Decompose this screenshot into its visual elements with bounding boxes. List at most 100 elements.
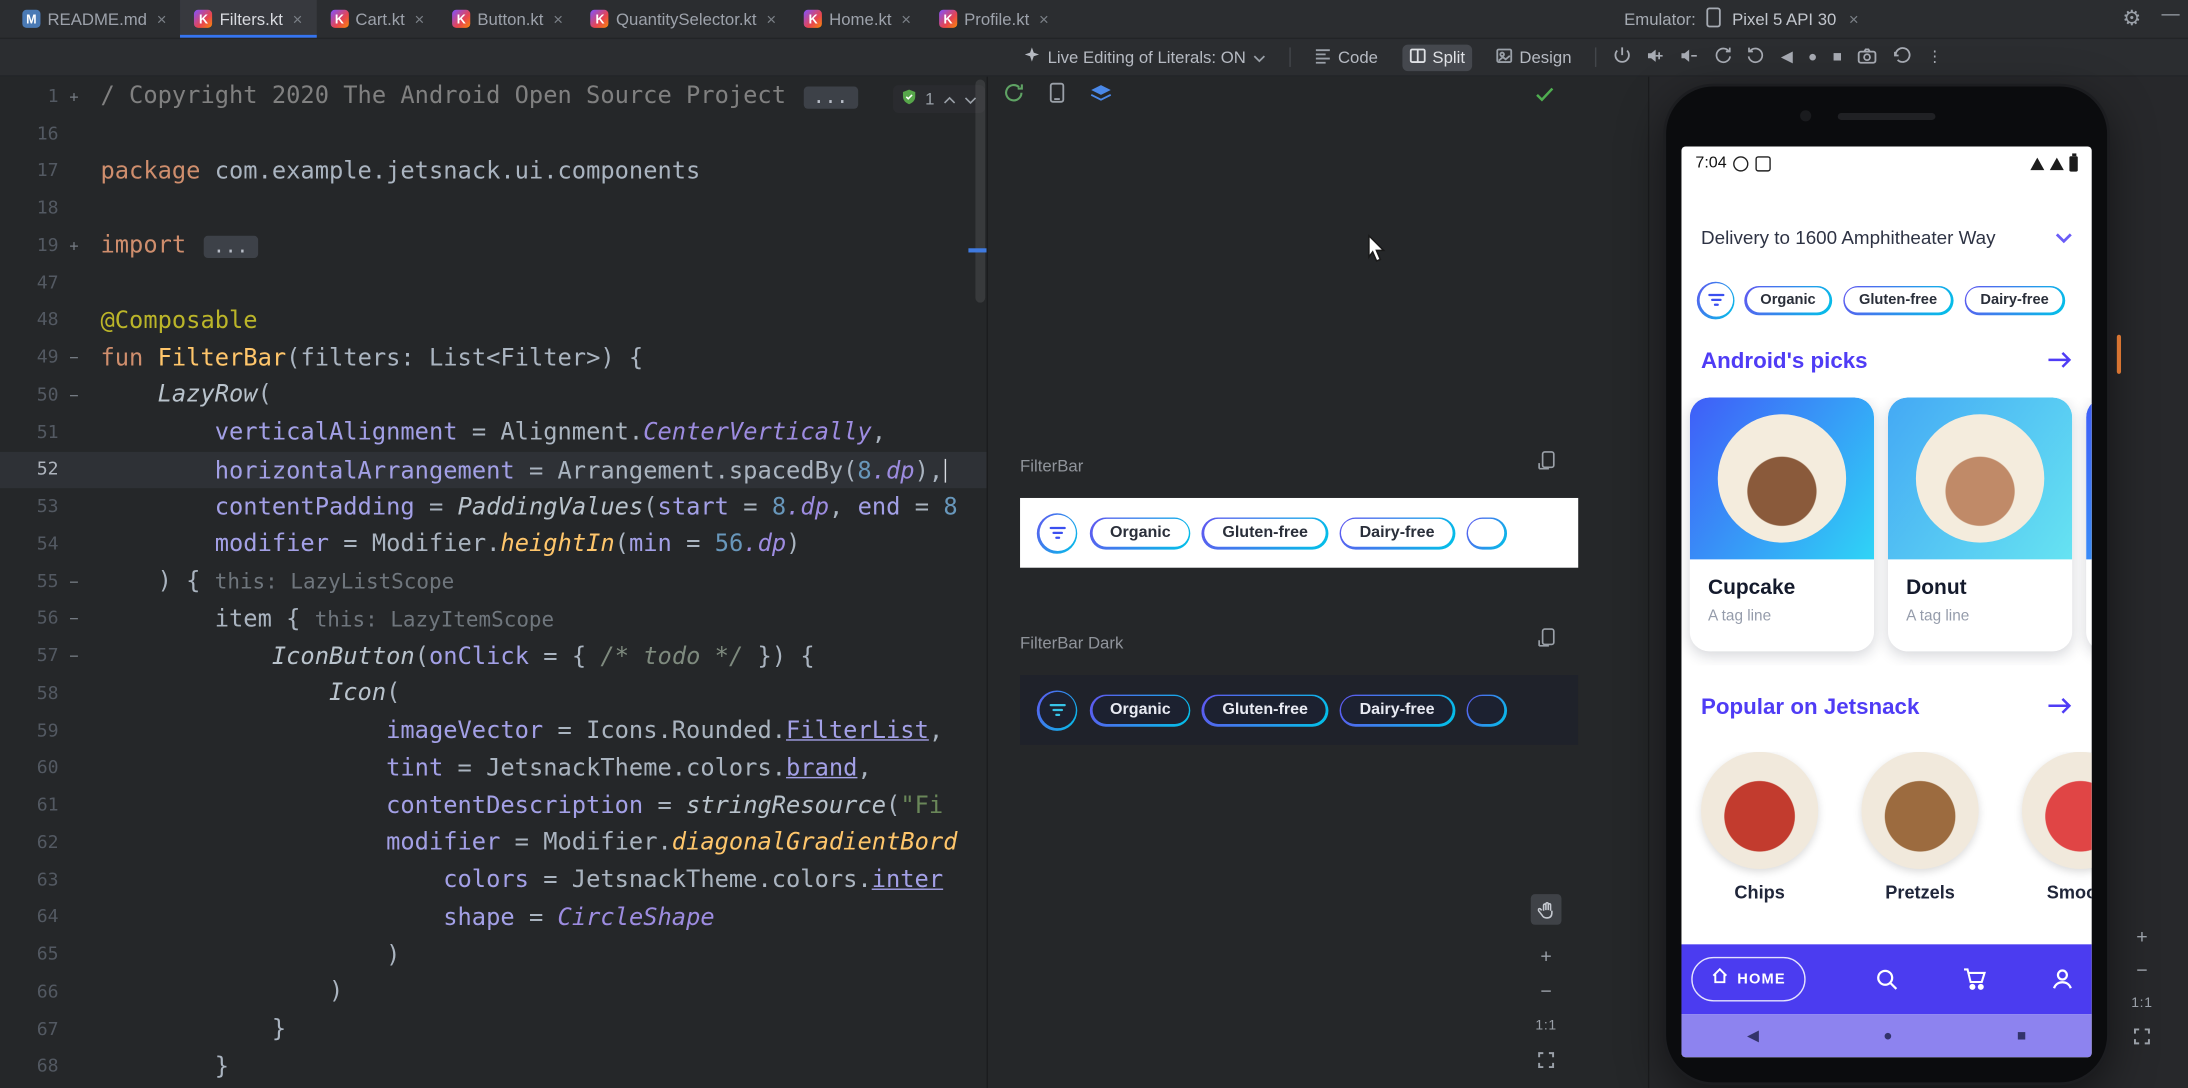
code-line[interactable]: 55− ) { this: LazyListScope [0,563,987,600]
pixel5-emulator[interactable]: 7:04 Delivery to 1600 Amphitheater Way O… [1666,86,2108,1083]
tab-close-icon[interactable]: × [766,9,776,29]
filter-chip[interactable]: Gluten-free [1202,516,1329,549]
layers-icon[interactable] [1090,83,1112,110]
design-view-button[interactable]: Design [1489,44,1579,71]
fold-marker[interactable]: − [59,349,90,367]
android-back-icon[interactable]: ◀ [1747,1027,1759,1045]
volume-down-icon[interactable] [1680,47,1698,68]
fold-marker[interactable]: − [59,386,90,404]
code-line[interactable]: 47 [0,265,987,302]
zoom-reset-button[interactable]: 1:1 [2127,988,2158,1019]
snack-item-Chips[interactable]: Chips [1701,751,1819,902]
code-line[interactable]: 53 contentPadding = PaddingValues(start … [0,489,987,526]
code-line[interactable]: 49− fun FilterBar(filters: List<Filter>) … [0,339,987,376]
rotate-right-icon[interactable] [1747,46,1765,68]
filter-chip[interactable]: Organic [1089,693,1191,727]
code-line[interactable]: 57− IconButton(onClick = { /* todo */ })… [0,638,987,675]
code-line[interactable]: 67 } [0,1011,987,1048]
filterbar-preview-dark[interactable]: Organic Gluten-free Dairy-free [1020,675,1579,745]
rotate-left-icon[interactable] [1714,46,1732,68]
zoom-in-button[interactable]: + [1531,940,1562,971]
filter-icon[interactable] [1036,689,1078,731]
tab-README.md[interactable]: M README.md × [8,0,180,38]
tab-Home.kt[interactable]: K Home.kt × [790,0,925,38]
fold-marker[interactable]: + [59,88,90,106]
code-line[interactable]: 68 } [0,1048,987,1085]
filter-chip[interactable]: Dairy-free [1964,285,2065,315]
deploy-preview-icon[interactable] [1538,628,1556,655]
filter-chip[interactable]: Dairy-free [1339,516,1455,549]
zoom-fit-icon[interactable] [1531,1045,1562,1076]
tab-close-icon[interactable]: × [293,9,303,29]
code-view-button[interactable]: Code [1307,44,1385,71]
tab-close-icon[interactable]: × [901,9,911,29]
screenshot-icon[interactable] [1857,47,1877,68]
search-icon[interactable] [1874,967,1899,999]
inspections-widget[interactable]: 1 [893,85,985,113]
phone-screen[interactable]: 7:04 Delivery to 1600 Amphitheater Way O… [1681,146,2092,1058]
pan-tool-icon[interactable] [1530,894,1562,925]
filter-icon[interactable] [1036,512,1078,554]
tab-Profile.kt[interactable]: K Profile.kt × [925,0,1063,38]
snack-card-Cupcake[interactable]: Cupcake A tag line [1689,397,1875,652]
device-config-icon[interactable] [1048,82,1066,110]
back-button-icon[interactable]: ◀ [1781,49,1793,65]
tab-close-icon[interactable]: × [415,9,425,29]
code-line[interactable]: 59 imageVector = Icons.Rounded.FilterLis… [0,712,987,749]
minimize-icon[interactable]: — [2161,3,2179,24]
cart-icon[interactable] [1962,967,1989,999]
code-line[interactable]: 19 + import ... [0,227,987,264]
filter-chip[interactable]: Organic [1744,285,1832,315]
fold-marker[interactable]: − [59,610,90,628]
android-recents-icon[interactable]: ■ [2017,1027,2026,1044]
code-line[interactable]: 58 Icon( [0,675,987,712]
fold-marker[interactable]: − [59,647,90,665]
tab-Button.kt[interactable]: K Button.kt × [438,0,577,38]
snack-card-Donut[interactable]: Donut A tag line [1887,397,2073,652]
filter-chip[interactable]: Organic [1089,516,1191,549]
code-line[interactable]: 65 ) [0,936,987,973]
tab-QuantitySelector.kt[interactable]: K QuantitySelector.kt × [577,0,790,38]
filter-chip[interactable]: Dairy-free [1339,693,1455,727]
arrow-right-icon[interactable] [2047,349,2072,376]
more-options-icon[interactable]: ⋮ [1927,49,1942,65]
build-refresh-icon[interactable] [1003,82,1024,110]
volume-up-icon[interactable] [1647,47,1665,68]
code-line[interactable]: 16 [0,115,987,152]
tab-close-icon[interactable]: × [1039,9,1049,29]
power-icon[interactable] [1613,46,1631,68]
emulator-device-tab[interactable]: Pixel 5 API 30 [1732,9,1836,29]
code-line[interactable]: 64 shape = CircleShape [0,899,987,936]
emulator-close-icon[interactable]: × [1849,9,1859,29]
gear-icon[interactable]: ⚙ [2122,6,2141,31]
code-line[interactable]: 62 modifier = Modifier.diagonalGradientB… [0,824,987,861]
live-editing-toggle[interactable]: Live Editing of Literals: ON [1016,43,1273,71]
delivery-selector[interactable]: Delivery to 1600 Amphitheater Way [1681,211,2091,264]
tab-close-icon[interactable]: × [553,9,563,29]
profile-icon[interactable] [2050,967,2075,999]
split-view-button[interactable]: Split [1401,43,1472,71]
code-line[interactable]: 54 modifier = Modifier.heightIn(min = 56… [0,526,987,563]
code-line[interactable]: 60 tint = JetsnackTheme.colors.brand, [0,750,987,787]
tab-close-icon[interactable]: × [157,9,167,29]
prev-problem-icon[interactable] [943,89,956,109]
chevron-down-icon[interactable] [2055,227,2072,248]
code-line[interactable]: 52 horizontalArrangement = Arrangement.s… [0,451,987,489]
zoom-in-button[interactable]: + [2127,921,2158,952]
snapshot-icon[interactable] [1892,46,1912,68]
tab-Cart.kt[interactable]: K Cart.kt × [316,0,438,38]
filter-icon[interactable] [1696,281,1735,319]
zoom-out-button[interactable]: − [2127,954,2158,985]
code-line[interactable]: 50− LazyRow( [0,377,987,414]
code-line[interactable]: 61 contentDescription = stringResource("… [0,787,987,824]
zoom-reset-button[interactable]: 1:1 [1531,1010,1562,1041]
code-line[interactable]: 63 colors = JetsnackTheme.colors.inter [0,862,987,899]
code-line[interactable]: 18 [0,190,987,227]
snack-item-Smooth[interactable]: Smooth [2021,751,2092,902]
code-line[interactable]: 48 @Composable [0,302,987,339]
filter-chip[interactable]: Gluten-free [1202,693,1329,727]
code-line[interactable]: 51 verticalAlignment = Alignment.CenterV… [0,414,987,451]
deploy-preview-icon[interactable] [1538,451,1556,478]
code-line[interactable]: 1 + / Copyright 2020 The Android Open Sour… [0,78,987,115]
code-editor[interactable]: 1 + / Copyright 2020 The Android Open Sour… [0,76,988,1088]
